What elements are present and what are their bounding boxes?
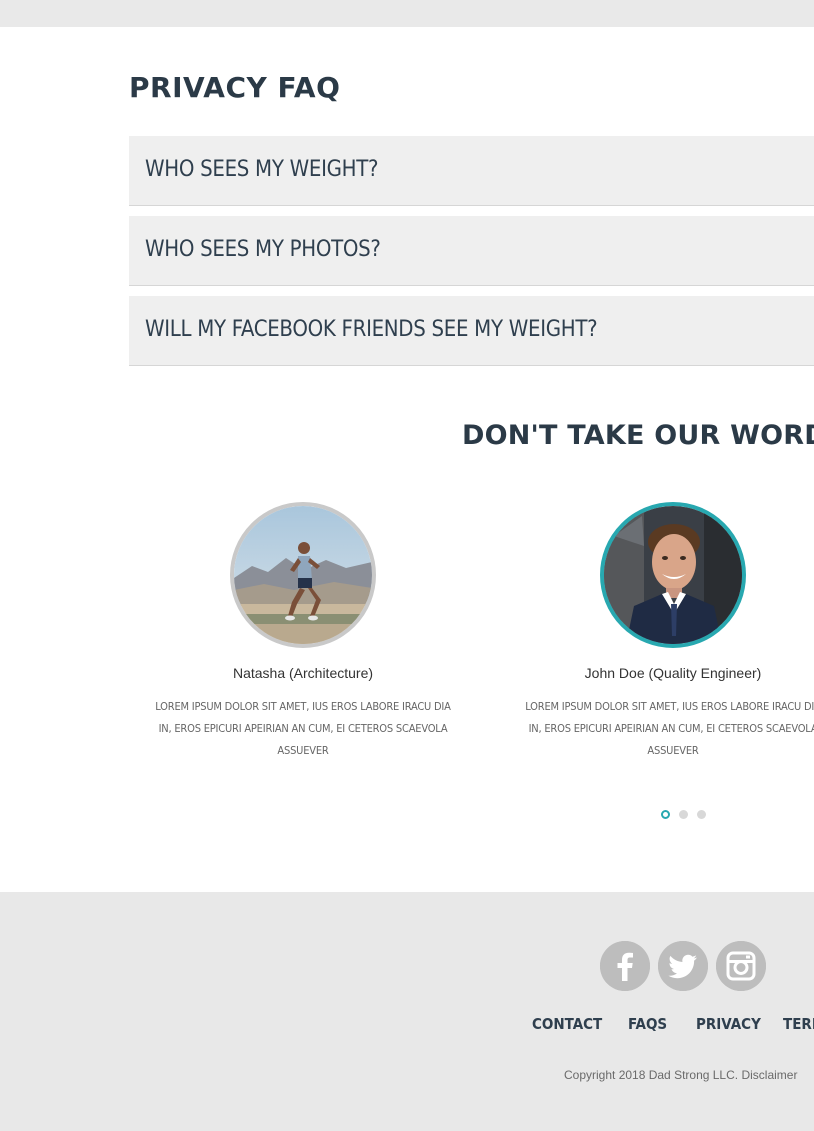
carousel-dot-2[interactable] [679, 810, 688, 819]
faq-question: WHO SEES MY WEIGHT? [145, 157, 379, 182]
instagram-icon[interactable] [716, 941, 766, 991]
faq-title: PRIVACY FAQ [129, 71, 341, 104]
disclaimer-link[interactable]: Disclaimer [741, 1068, 797, 1082]
facebook-icon[interactable] [600, 941, 650, 991]
testimonial-avatar-john-doe [600, 502, 746, 648]
copyright-text: Copyright 2018 Dad Strong LLC. [564, 1068, 739, 1082]
copyright: Copyright 2018 Dad Strong LLC. Disclaime… [564, 1068, 797, 1082]
footer-nav-contact[interactable]: CONTACT [532, 1015, 602, 1033]
testimonial-name: Natasha (Architecture) [232, 665, 374, 681]
runner-photo [234, 506, 372, 644]
faq-item-weight[interactable]: WHO SEES MY WEIGHT? [129, 136, 814, 206]
faq-question: WHO SEES MY PHOTOS? [145, 237, 381, 262]
testimonial-quote: LOREM IPSUM DOLOR SIT AMET, IUS EROS LAB… [155, 700, 451, 757]
testimonial-quote: LOREM IPSUM DOLOR SIT AMET, IUS EROS LAB… [525, 700, 814, 757]
faq-item-facebook-friends[interactable]: WILL MY FACEBOOK FRIENDS SEE MY WEIGHT? [129, 296, 814, 366]
twitter-icon[interactable] [658, 941, 708, 991]
top-bar [0, 0, 814, 27]
carousel-dot-3[interactable] [697, 810, 706, 819]
testimonial-name: John Doe (Quality Engineer) [584, 665, 762, 681]
carousel-dot-1[interactable] [661, 810, 670, 819]
footer-nav-privacy[interactable]: PRIVACY [696, 1015, 761, 1033]
faq-question: WILL MY FACEBOOK FRIENDS SEE MY WEIGHT? [145, 317, 598, 342]
testimonial-avatar-natasha [230, 502, 376, 648]
portrait-photo [604, 506, 742, 644]
footer-nav-faqs[interactable]: FAQS [628, 1015, 667, 1033]
faq-item-photos[interactable]: WHO SEES MY PHOTOS? [129, 216, 814, 286]
footer [0, 892, 814, 1131]
footer-nav-terms[interactable]: TERI [783, 1015, 814, 1033]
testimonials-heading: DON'T TAKE OUR WORD [462, 420, 814, 451]
